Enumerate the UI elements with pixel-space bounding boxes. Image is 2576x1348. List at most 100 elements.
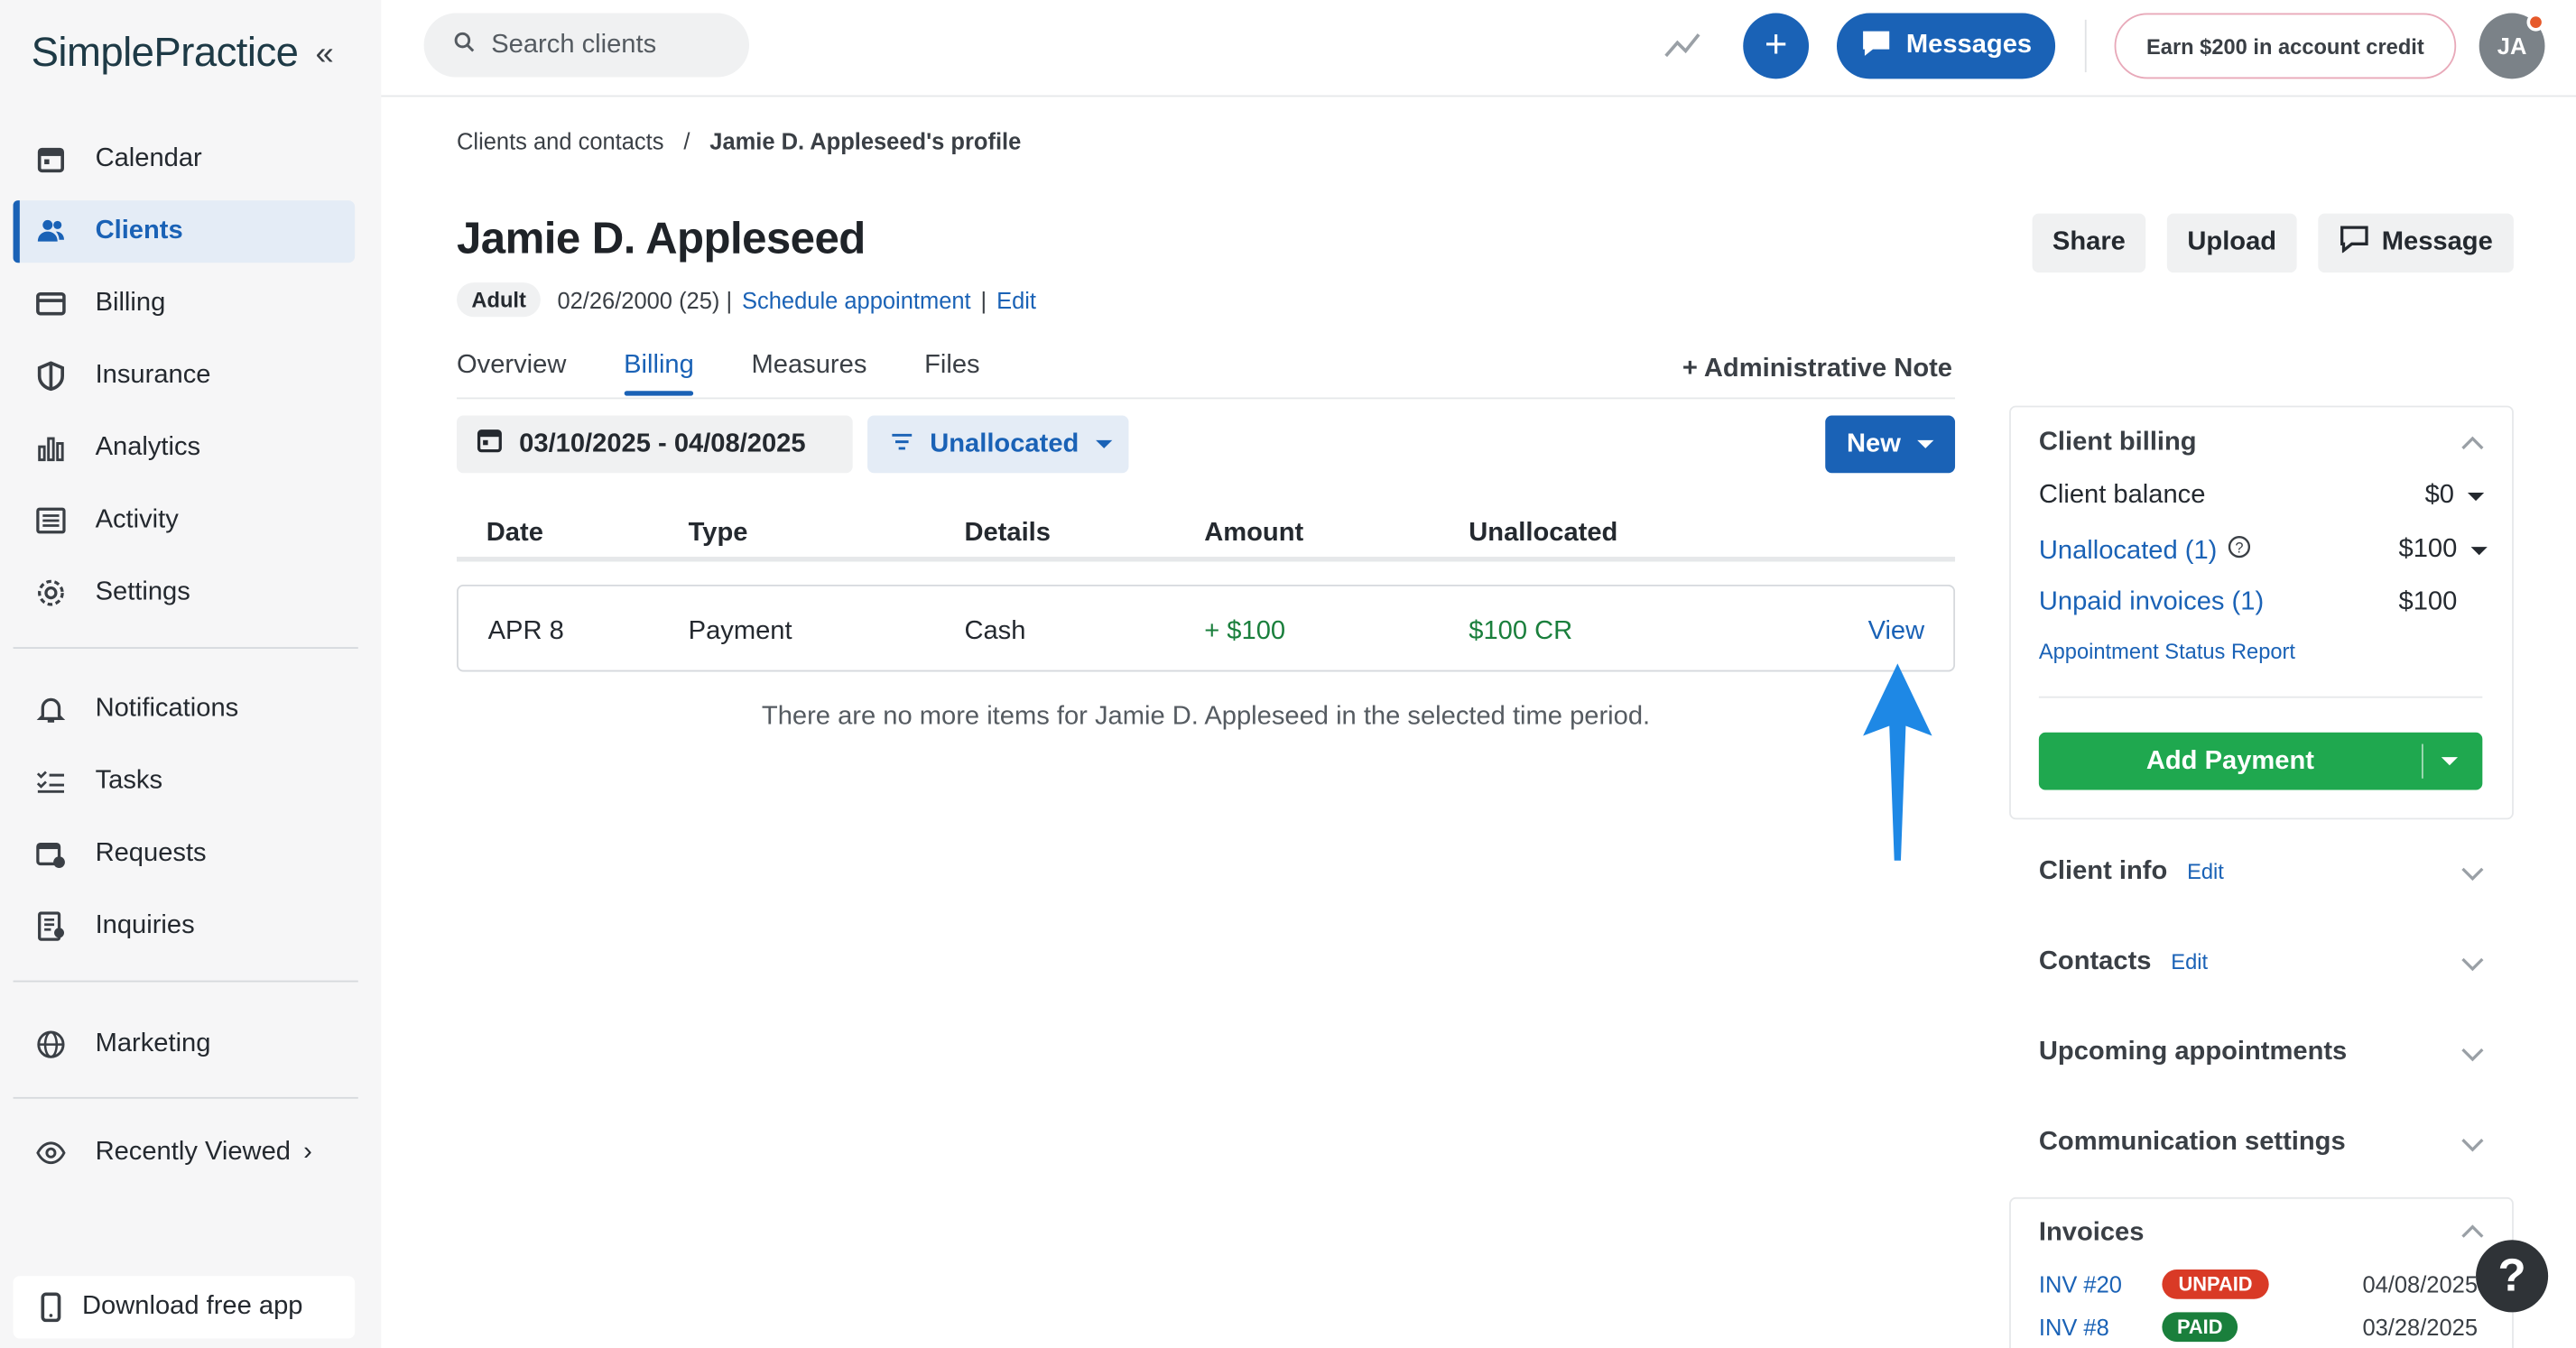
sidebar-item-tasks[interactable]: Tasks	[14, 751, 356, 813]
sidebar: SimplePractice « Calendar Clients Billin…	[0, 0, 382, 1348]
sidebar-item-marketing[interactable]: Marketing	[14, 1013, 356, 1076]
tab-overview[interactable]: Overview	[457, 352, 566, 394]
table-header-divider	[457, 557, 1956, 562]
app-logo[interactable]: SimplePractice	[32, 30, 299, 78]
sidebar-item-label: Marketing	[95, 1029, 211, 1058]
allocation-filter-button[interactable]: Unallocated	[867, 415, 1129, 474]
help-button[interactable]: ?	[2476, 1240, 2549, 1313]
calendar-icon	[477, 427, 503, 461]
chevron-down-icon	[1095, 439, 1112, 448]
sidebar-item-billing[interactable]: Billing	[14, 272, 356, 335]
tab-billing[interactable]: Billing	[624, 352, 694, 396]
header-separator	[2084, 19, 2087, 73]
tabs-divider	[457, 397, 1956, 400]
client-billing-title: Client billing	[2038, 429, 2197, 457]
collapse-sidebar-icon[interactable]: «	[315, 36, 347, 72]
new-button[interactable]: New	[1825, 415, 1956, 474]
contacts-title: Contacts	[2038, 947, 2152, 976]
client-dob: 02/26/2000 (25) |	[557, 286, 733, 313]
search-box[interactable]	[423, 13, 750, 78]
chevron-down-icon	[2469, 546, 2488, 555]
column-header-unallocated: Unallocated	[1469, 519, 1618, 548]
sidebar-item-requests[interactable]: Requests	[14, 823, 356, 885]
contacts-edit-link[interactable]: Edit	[2171, 949, 2208, 974]
view-payment-link[interactable]: View	[1868, 617, 1925, 647]
sidebar-item-label: Clients	[95, 217, 183, 245]
sidebar-item-label: Activity	[95, 505, 179, 534]
profile-tabs: Overview Billing Measures Files	[457, 352, 1037, 396]
sidebar-item-inquiries[interactable]: Inquiries	[14, 895, 356, 957]
column-header-amount: Amount	[1204, 519, 1304, 548]
earn-credit-button[interactable]: Earn $200 in account credit	[2114, 13, 2457, 79]
row-unallocated: $100 CR	[1469, 617, 1573, 646]
sidebar-divider	[13, 980, 358, 983]
tab-files[interactable]: Files	[924, 352, 979, 394]
sidebar-item-settings[interactable]: Settings	[14, 562, 356, 624]
appointment-status-report-link[interactable]: Appointment Status Report	[2039, 639, 2295, 663]
chevron-down-icon	[1917, 439, 1934, 448]
add-payment-label: Add Payment	[2145, 747, 2314, 776]
meta-pipe: |	[980, 286, 987, 313]
unpaid-invoices-link[interactable]: Unpaid invoices (1)	[2039, 588, 2264, 618]
button-split-divider	[2421, 743, 2423, 779]
date-range-button[interactable]: 03/10/2025 - 04/08/2025	[457, 415, 853, 474]
invoice-number-link[interactable]: INV #8	[2039, 1314, 2109, 1340]
upcoming-appointments-section[interactable]: Upcoming appointments	[2039, 1038, 2347, 1067]
sidebar-item-analytics[interactable]: Analytics	[14, 417, 356, 479]
balance-amount: $0	[2424, 481, 2455, 510]
sidebar-item-label: Requests	[95, 839, 207, 868]
sidebar-item-activity[interactable]: Activity	[14, 489, 356, 551]
message-button[interactable]: Message	[2318, 213, 2514, 273]
client-balance-value[interactable]: $0	[2425, 481, 2484, 511]
invoice-number-link[interactable]: INV #20	[2039, 1271, 2122, 1297]
chevron-down-icon[interactable]	[2461, 865, 2484, 882]
sidebar-item-label: Settings	[95, 577, 190, 606]
eye-icon	[36, 1138, 66, 1168]
trend-icon[interactable]	[1663, 26, 1702, 62]
breadcrumb-parent[interactable]: Clients and contacts	[457, 128, 663, 154]
sidebar-item-recently-viewed[interactable]: Recently Viewed ›	[14, 1122, 356, 1184]
chevron-down-icon[interactable]	[2441, 757, 2459, 766]
help-circle-icon[interactable]: ?	[2227, 535, 2250, 567]
chat-icon	[2339, 225, 2368, 261]
column-header-type: Type	[688, 519, 748, 548]
sidebar-item-label: Recently Viewed	[95, 1138, 291, 1167]
client-meta: Adult 02/26/2000 (25) | Schedule appoint…	[457, 282, 1036, 318]
contacts-section[interactable]: Contacts Edit	[2039, 947, 2208, 977]
client-info-edit-link[interactable]: Edit	[2187, 859, 2224, 883]
sidebar-item-notifications[interactable]: Notifications	[14, 679, 356, 741]
unallocated-value[interactable]: $100	[2398, 535, 2488, 565]
sidebar-divider	[13, 647, 358, 649]
messages-button[interactable]: Messages	[1836, 13, 2056, 79]
sidebar-item-clients[interactable]: Clients	[13, 200, 356, 263]
chevron-down-icon[interactable]	[2461, 1137, 2484, 1153]
sidebar-item-calendar[interactable]: Calendar	[14, 128, 356, 190]
chat-bubble-icon	[1860, 27, 1893, 65]
search-input[interactable]	[491, 30, 738, 60]
list-icon	[36, 506, 66, 536]
create-new-button[interactable]: +	[1743, 13, 1810, 79]
client-info-section[interactable]: Client info Edit	[2039, 857, 2224, 887]
download-app-button[interactable]: Download free app	[13, 1276, 356, 1339]
share-button[interactable]: Share	[2032, 213, 2146, 273]
administrative-note-button[interactable]: + Administrative Note	[1682, 355, 1952, 384]
chevron-down-icon[interactable]	[2461, 1046, 2484, 1062]
unallocated-link[interactable]: Unallocated (1)	[2039, 536, 2217, 566]
breadcrumb: Clients and contacts / Jamie D. Applesee…	[457, 128, 1021, 154]
sidebar-item-label: Billing	[95, 289, 166, 318]
unallocated-amount: $100	[2398, 535, 2458, 564]
search-icon	[453, 31, 475, 60]
sidebar-item-label: Insurance	[95, 361, 211, 390]
chevron-down-icon[interactable]	[2461, 956, 2484, 972]
empty-state-message: There are no more items for Jamie D. App…	[761, 703, 1651, 731]
tab-measures[interactable]: Measures	[752, 352, 867, 394]
sidebar-item-insurance[interactable]: Insurance	[14, 345, 356, 407]
communication-settings-section[interactable]: Communication settings	[2039, 1128, 2346, 1158]
chevron-up-icon[interactable]	[2461, 435, 2484, 451]
bell-icon	[36, 695, 66, 725]
schedule-appointment-link[interactable]: Schedule appointment	[742, 287, 971, 313]
edit-client-link[interactable]: Edit	[996, 287, 1036, 313]
chevron-up-icon[interactable]	[2461, 1223, 2484, 1240]
add-payment-button[interactable]: Add Payment	[2038, 732, 2483, 790]
upload-button[interactable]: Upload	[2166, 213, 2297, 273]
